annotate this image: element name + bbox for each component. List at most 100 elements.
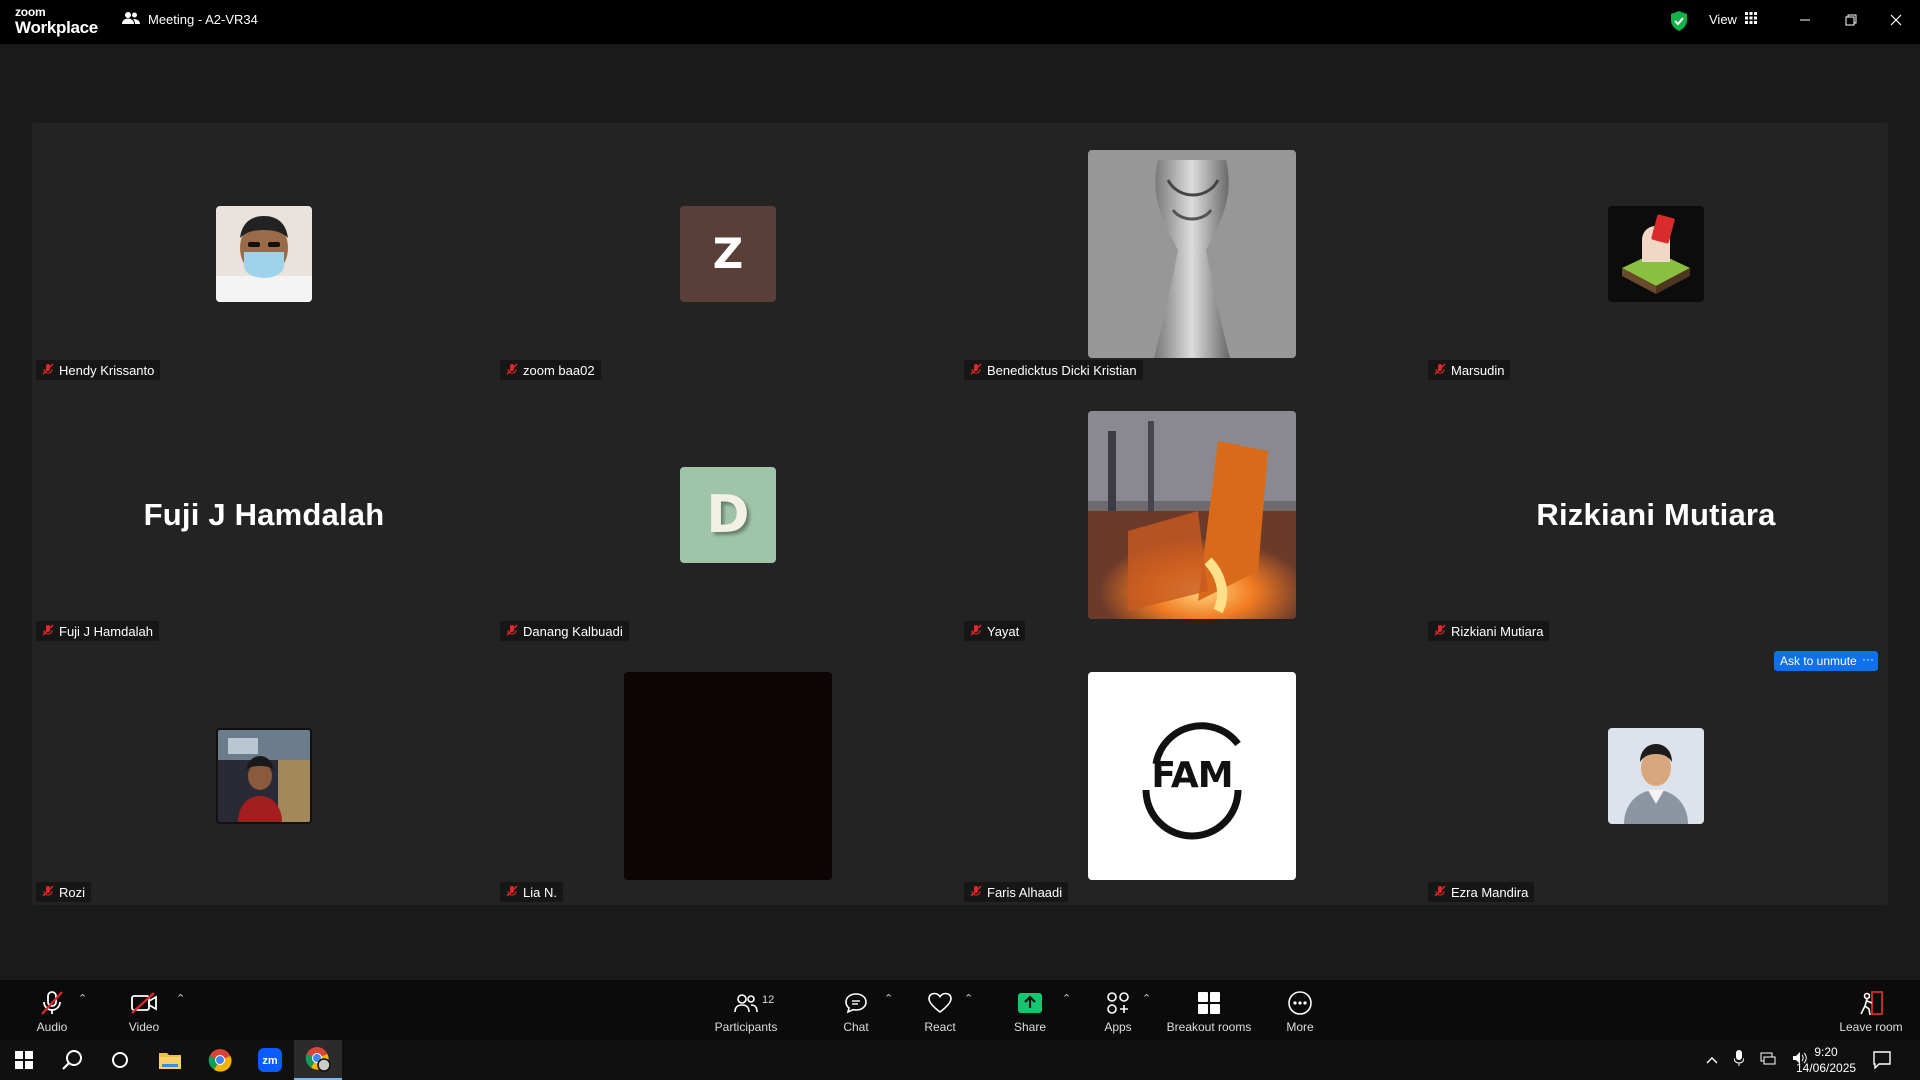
view-button[interactable]: View: [1709, 12, 1757, 27]
participant-name: Danang Kalbuadi: [523, 623, 623, 639]
taskbar-clock[interactable]: 9:20 14/06/2025: [1796, 1044, 1856, 1076]
participant-tile[interactable]: Z zoom baa02: [496, 123, 960, 384]
share-options-caret-icon[interactable]: ⌃: [1062, 992, 1071, 1005]
participant-tile[interactable]: Lia N.: [496, 645, 960, 906]
leave-room-button[interactable]: Leave room: [1838, 980, 1904, 1040]
participant-photo: [1608, 205, 1704, 302]
participant-photo: [1088, 149, 1296, 358]
notifications-icon[interactable]: [1862, 1040, 1902, 1080]
restore-button[interactable]: [1836, 8, 1866, 32]
participant-tile[interactable]: Rozi: [32, 645, 496, 906]
name-tag: Fuji J Hamdalah: [36, 621, 159, 641]
participant-photo: [216, 205, 312, 302]
big-name: Rizkiani Mutiara: [1536, 496, 1776, 532]
audio-label: Audio: [36, 1020, 68, 1034]
chrome-icon[interactable]: [196, 1040, 244, 1080]
participant-name: Fuji J Hamdalah: [59, 623, 153, 639]
name-tag: Lia N.: [500, 882, 563, 902]
view-label: View: [1709, 12, 1737, 27]
clock-date: 14/06/2025: [1796, 1061, 1857, 1075]
participant-tile[interactable]: Hendy Krissanto: [32, 123, 496, 384]
muted-mic-icon: [39, 986, 65, 1020]
participant-name: Yayat: [987, 623, 1020, 639]
participant-tile[interactable]: Benedicktus Dicki Kristian: [960, 123, 1424, 384]
video-options-caret-icon[interactable]: ⌃: [176, 992, 185, 1005]
participants-button[interactable]: Participants: [712, 980, 780, 1040]
file-explorer-icon[interactable]: [146, 1040, 194, 1080]
react-button[interactable]: React: [920, 980, 960, 1040]
system-tray: [1706, 1040, 1808, 1080]
share-button[interactable]: Share: [1010, 980, 1050, 1040]
participant-logo: FAM: [1088, 671, 1296, 880]
muted-mic-icon: [1434, 624, 1446, 639]
muted-mic-icon: [42, 885, 54, 900]
participants-group-icon: [122, 11, 140, 28]
participant-tile[interactable]: D Danang Kalbuadi: [496, 384, 960, 645]
participant-name: Marsudin: [1451, 362, 1505, 378]
more-button[interactable]: More: [1282, 980, 1318, 1040]
audio-button[interactable]: Audio: [30, 980, 74, 1040]
zoom-app-icon[interactable]: zm: [246, 1040, 294, 1080]
search-icon[interactable]: [48, 1040, 96, 1080]
participant-name: Faris Alhaadi: [987, 884, 1063, 900]
name-tag: Benedicktus Dicki Kristian: [964, 360, 1143, 380]
minimize-button[interactable]: [1790, 8, 1820, 32]
ask-to-unmute-button[interactable]: Ask to unmute: [1774, 651, 1863, 671]
chat-options-caret-icon[interactable]: ⌃: [884, 992, 893, 1005]
muted-mic-icon: [1434, 885, 1446, 900]
tile-more-button[interactable]: ···: [1858, 651, 1878, 671]
chrome-profile-icon[interactable]: [294, 1040, 342, 1080]
apps-label: Apps: [1104, 1020, 1132, 1034]
audio-options-caret-icon[interactable]: ⌃: [78, 992, 87, 1005]
meeting-info[interactable]: Meeting - A2-VR34: [122, 11, 258, 28]
chat-label: Chat: [843, 1020, 869, 1034]
leave-label: Leave room: [1839, 1020, 1903, 1034]
video-off-icon: [130, 986, 158, 1020]
network-tray-icon[interactable]: [1760, 1051, 1776, 1070]
muted-mic-icon: [970, 885, 982, 900]
apps-options-caret-icon[interactable]: ⌃: [1142, 992, 1151, 1005]
zoom-logo: zoom Workplace: [15, 6, 98, 36]
leave-door-icon: [1858, 986, 1884, 1020]
share-screen-icon: [1017, 986, 1043, 1020]
logo-line1: zoom: [15, 5, 46, 19]
participant-tile[interactable]: FAM Faris Alhaadi: [960, 645, 1424, 906]
letter-avatar: Z: [680, 205, 776, 302]
video-button[interactable]: Video: [122, 980, 166, 1040]
participant-photo: [1088, 410, 1296, 619]
muted-mic-icon: [506, 885, 518, 900]
muted-mic-icon: [42, 624, 54, 639]
windows-start-icon[interactable]: [0, 1040, 48, 1080]
participant-tile[interactable]: Rizkiani Mutiara Rizkiani Mutiara: [1424, 384, 1888, 645]
tray-expand-chevron-icon[interactable]: [1706, 1051, 1718, 1069]
big-name: Fuji J Hamdalah: [143, 496, 385, 532]
participant-tile[interactable]: Ezra Mandira: [1424, 645, 1888, 906]
chat-button[interactable]: Chat: [838, 980, 874, 1040]
microphone-tray-icon[interactable]: [1733, 1049, 1745, 1071]
avatar-letter: D: [706, 484, 750, 545]
participant-photo: [1608, 727, 1704, 824]
participants-label: Participants: [714, 1020, 778, 1034]
react-options-caret-icon[interactable]: ⌃: [964, 992, 973, 1005]
windows-taskbar: zm 9:20 14/06/2025: [0, 1040, 1920, 1080]
name-tag: Hendy Krissanto: [36, 360, 161, 380]
participant-tile[interactable]: Yayat: [960, 384, 1424, 645]
share-label: Share: [1013, 1020, 1047, 1034]
meeting-title: Meeting - A2-VR34: [148, 12, 258, 27]
more-icon: [1287, 986, 1313, 1020]
muted-mic-icon: [506, 624, 518, 639]
name-tag: Ezra Mandira: [1428, 882, 1535, 902]
participant-tile[interactable]: Marsudin: [1424, 123, 1888, 384]
security-shield-icon[interactable]: [1670, 11, 1688, 36]
apps-button[interactable]: Apps: [1098, 980, 1138, 1040]
letter-avatar: D: [680, 466, 776, 563]
apps-icon: [1106, 986, 1130, 1020]
fam-logo-text: FAM: [1151, 755, 1233, 796]
close-button[interactable]: [1881, 8, 1911, 32]
breakout-rooms-button[interactable]: Breakout rooms: [1164, 980, 1254, 1040]
task-view-icon[interactable]: [96, 1040, 144, 1080]
name-tag: Rizkiani Mutiara: [1428, 621, 1550, 641]
participant-tile[interactable]: Fuji J Hamdalah Fuji J Hamdalah: [32, 384, 496, 645]
clock-time: 9:20: [1814, 1045, 1838, 1059]
more-label: More: [1286, 1020, 1314, 1034]
